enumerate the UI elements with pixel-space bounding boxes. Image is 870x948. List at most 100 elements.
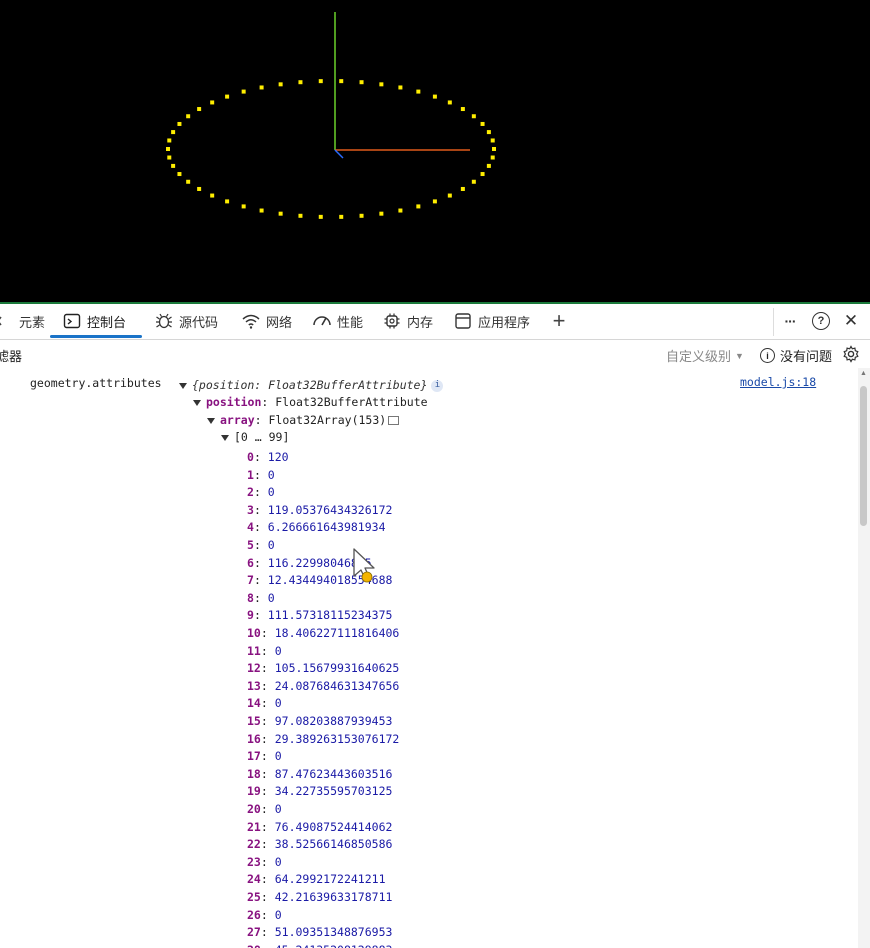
plus-icon: + (552, 308, 566, 333)
info-icon: i (760, 348, 775, 363)
issues-label: 没有问题 (780, 349, 833, 364)
entry-value: 42.21639633178711 (274, 890, 393, 904)
circle-point (278, 211, 283, 216)
log-label: geometry.attributes (30, 376, 162, 390)
entry-value: 0 (274, 749, 282, 764)
entry-index: 22 (247, 837, 261, 852)
entry-index: 3 (247, 502, 254, 517)
entry-value: 97.08203887939453 (274, 714, 393, 728)
tab-label: 元素 (19, 314, 46, 330)
tab-sources[interactable]: 源代码 (154, 304, 218, 338)
z-axis-line (334, 149, 344, 159)
help-button[interactable]: ? (810, 304, 832, 338)
log-expand-toggle[interactable]: {position: Float32BufferAttribute} i (179, 377, 444, 394)
entry-value: 64.2992172241211 (274, 872, 386, 887)
wifi-icon (241, 311, 261, 331)
circle-point (379, 82, 384, 87)
array-entry: 3: 119.05376434326172 (247, 502, 393, 517)
tab-network[interactable]: 网络 (241, 304, 292, 338)
circle-point (432, 199, 437, 204)
entry-index: 23 (247, 854, 261, 869)
circle-point (471, 114, 476, 119)
circle-point (186, 179, 191, 184)
array-entry: 2: 0 (247, 485, 275, 500)
array-entry: 13: 24.087684631347656 (247, 678, 400, 693)
entry-index: 5 (247, 538, 254, 552)
circle-point (225, 94, 230, 99)
entry-value: 0 (274, 643, 282, 658)
console-output: geometry.attributes {position: Float32Bu… (0, 368, 858, 948)
entry-value: 29.389263153076172 (274, 731, 400, 746)
entry-index: 0 (247, 450, 254, 464)
array-range-node[interactable]: [0 … 99] (221, 429, 289, 446)
entry-value: 0 (274, 854, 282, 869)
position-node[interactable]: position: Float32BufferAttribute (193, 394, 428, 411)
entry-index: 13 (247, 678, 261, 693)
info-icon: i (431, 379, 444, 392)
circle-point (432, 94, 437, 99)
array-entry: 25: 42.21639633178711 (247, 890, 393, 904)
circle-point (177, 172, 182, 177)
tab-application[interactable]: 应用程序 (453, 304, 530, 338)
add-tab-button[interactable]: + (547, 304, 571, 338)
array-entry: 10: 18.406227111816406 (247, 626, 400, 640)
tab-elements[interactable]: 元素 (0, 304, 45, 338)
chevron-down-icon: ▼ (735, 350, 744, 361)
gauge-icon (312, 311, 332, 331)
entry-index: 1 (247, 467, 254, 482)
circle-point (259, 85, 264, 90)
devtools-tabbar: 元素 控制台 源代码 网络 性能 内存 应用程序 + ··· ? ✕ (0, 304, 870, 340)
entry-index: 12 (247, 661, 261, 676)
webgl-canvas[interactable] (0, 0, 870, 302)
array-entry: 20: 0 (247, 802, 282, 816)
circle-point (339, 214, 344, 219)
array-entry: 5: 0 (247, 538, 275, 552)
circle-point (492, 147, 496, 151)
issues-button[interactable]: i 没有问题 (760, 346, 832, 365)
close-devtools-button[interactable]: ✕ (840, 304, 862, 338)
tab-label: 内存 (407, 314, 434, 330)
entry-index: 10 (247, 626, 261, 640)
entry-index: 18 (247, 766, 261, 781)
entry-index: 4 (247, 520, 254, 535)
log-summary: {position: Float32BufferAttribute} (192, 378, 428, 392)
tab-performance[interactable]: 性能 (312, 304, 363, 338)
array-entry: 4: 6.266661643981934 (247, 520, 386, 535)
source-link[interactable]: model.js:18 (740, 375, 816, 389)
scroll-thumb[interactable] (860, 386, 867, 526)
devtools-panel: 元素 控制台 源代码 网络 性能 内存 应用程序 + ··· ? ✕ 器 自定义… (0, 302, 870, 948)
entry-index: 15 (247, 714, 261, 728)
entry-index: 17 (247, 749, 261, 764)
property-key: position (206, 395, 262, 409)
mouse-cursor (353, 548, 375, 583)
scroll-up-icon[interactable]: ▲ (860, 370, 867, 377)
entry-value: 0 (274, 802, 282, 816)
log-level-dropdown[interactable]: 自定义级别 ▼ (666, 346, 744, 365)
settings-button[interactable] (842, 345, 860, 366)
circle-point (447, 193, 452, 198)
filter-label[interactable]: 滤器 (0, 346, 22, 365)
entry-value: 0 (267, 467, 275, 482)
entry-value: 45.24135208129883 (275, 943, 393, 948)
entry-index: 11 (247, 643, 261, 658)
gear-icon (843, 345, 859, 363)
circle-point (166, 147, 170, 151)
entry-value: 34.22735595703125 (274, 784, 393, 799)
entry-value: 119.05376434326172 (267, 502, 393, 517)
entry-index: 19 (247, 784, 261, 799)
circle-point (197, 186, 202, 191)
entry-index: 7 (247, 573, 254, 588)
console-scrollbar[interactable]: ▲ (858, 368, 870, 948)
circle-point (225, 199, 230, 204)
memory-icon (388, 416, 400, 425)
entry-value: 76.49087524414062 (274, 819, 393, 834)
more-options-button[interactable]: ··· (779, 304, 801, 338)
tab-console[interactable]: 控制台 (62, 304, 126, 338)
tab-memory[interactable]: 内存 (382, 304, 433, 338)
array-node[interactable]: array: Float32Array(153) (207, 412, 400, 429)
bug-icon (154, 311, 174, 331)
array-entry: 16: 29.389263153076172 (247, 731, 400, 746)
circle-point (398, 208, 403, 213)
array-entry: 21: 76.49087524414062 (247, 819, 393, 834)
array-entry: 11: 0 (247, 643, 282, 658)
